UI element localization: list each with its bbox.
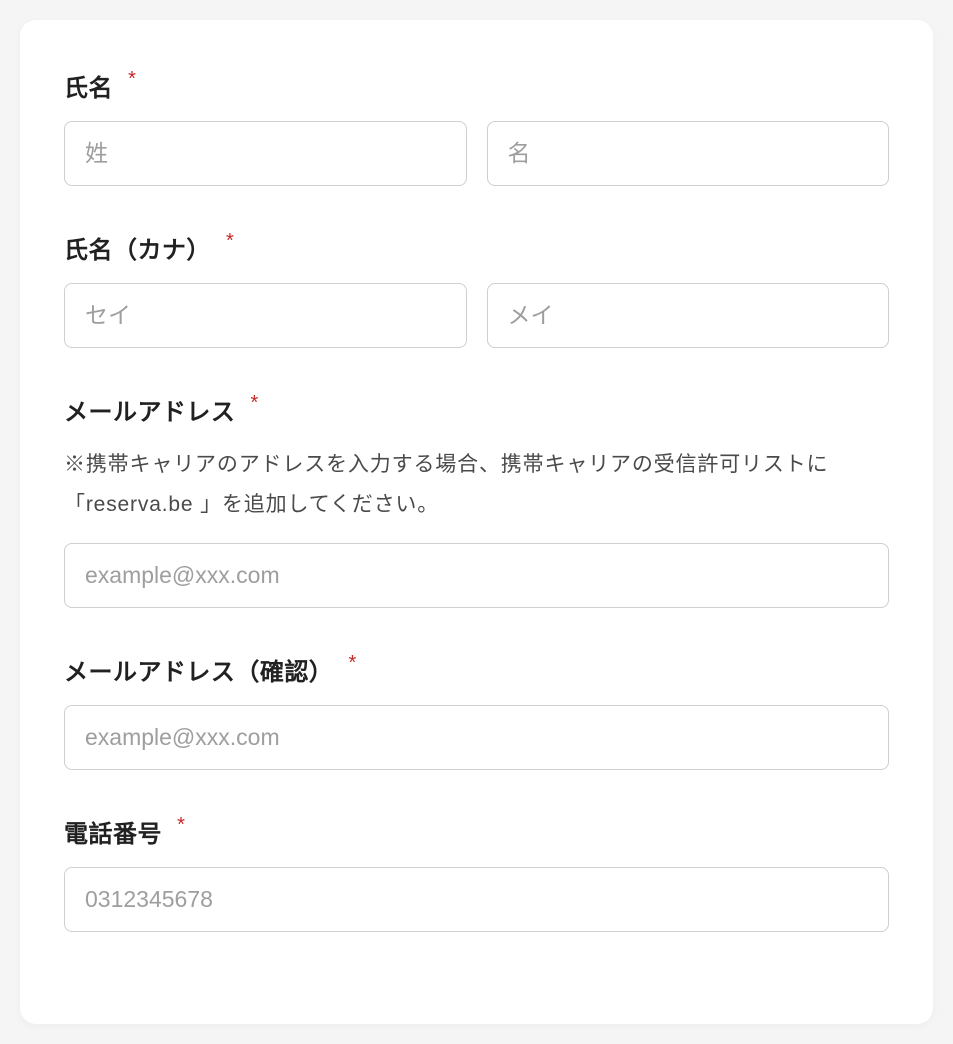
name-kana-input-row: [64, 283, 889, 348]
required-mark: *: [226, 230, 234, 252]
email-confirm-input[interactable]: [64, 705, 889, 770]
required-mark: *: [251, 392, 259, 414]
last-name-kana-input[interactable]: [64, 283, 467, 348]
name-input-row: [64, 121, 889, 186]
required-mark: *: [348, 652, 356, 674]
form-card: 氏名 * 氏名（カナ） * メールアドレス * ※携帯キャリアのアドレスを入力す…: [20, 20, 933, 1024]
required-mark: *: [177, 814, 185, 836]
email-group: メールアドレス * ※携帯キャリアのアドレスを入力する場合、携帯キャリアの受信許…: [64, 392, 889, 608]
name-group: 氏名 *: [64, 68, 889, 186]
email-help-text: ※携帯キャリアのアドレスを入力する場合、携帯キャリアの受信許可リストに「rese…: [64, 445, 889, 525]
last-name-input[interactable]: [64, 121, 467, 186]
phone-group: 電話番号 *: [64, 814, 889, 932]
first-name-kana-input[interactable]: [487, 283, 890, 348]
email-confirm-label-text: メールアドレス（確認）: [64, 659, 333, 686]
name-kana-label-text: 氏名（カナ）: [64, 237, 211, 264]
phone-input[interactable]: [64, 867, 889, 932]
first-name-input[interactable]: [487, 121, 890, 186]
email-label-text: メールアドレス: [64, 399, 235, 426]
name-label-text: 氏名: [64, 75, 113, 102]
email-confirm-group: メールアドレス（確認） *: [64, 652, 889, 770]
email-input[interactable]: [64, 543, 889, 608]
name-kana-label: 氏名（カナ） *: [64, 230, 889, 265]
phone-label: 電話番号 *: [64, 814, 889, 849]
name-kana-group: 氏名（カナ） *: [64, 230, 889, 348]
required-mark: *: [128, 68, 136, 90]
phone-label-text: 電話番号: [64, 821, 162, 848]
email-label: メールアドレス *: [64, 392, 889, 427]
email-confirm-label: メールアドレス（確認） *: [64, 652, 889, 687]
name-label: 氏名 *: [64, 68, 889, 103]
